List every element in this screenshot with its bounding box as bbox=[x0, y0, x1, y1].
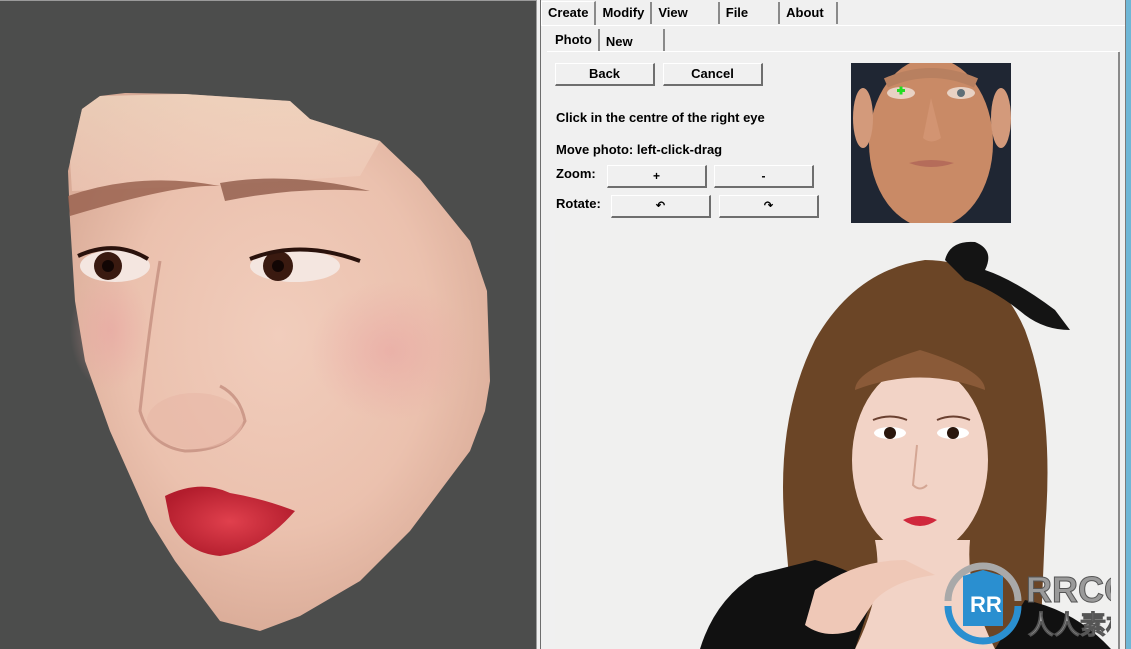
window-edge bbox=[1125, 0, 1131, 649]
panel-border bbox=[1118, 52, 1120, 649]
3d-face-model bbox=[68, 93, 490, 631]
reference-photo bbox=[851, 63, 1011, 223]
tab-about[interactable]: About bbox=[780, 2, 838, 24]
zoom-in-button[interactable]: + bbox=[607, 165, 707, 188]
tab-file[interactable]: File bbox=[719, 2, 781, 24]
zoom-out-button[interactable]: - bbox=[714, 165, 814, 188]
tab-divider bbox=[541, 25, 1125, 26]
watermark: RR RRCG 人人素材 bbox=[938, 556, 1111, 646]
cancel-button[interactable]: Cancel bbox=[663, 63, 763, 86]
watermark-brand: RRCG bbox=[1026, 569, 1111, 610]
subtab-divider bbox=[547, 51, 1119, 52]
subtab-new[interactable]: New bbox=[600, 29, 665, 51]
3d-face-viewport[interactable] bbox=[0, 0, 536, 649]
tab-modify[interactable]: Modify bbox=[596, 2, 653, 24]
rrcg-logo-icon: RR RRCG 人人素材 bbox=[944, 562, 1111, 645]
back-button[interactable]: Back bbox=[555, 63, 655, 86]
main-tabs: Create Modify View File About bbox=[541, 1, 838, 26]
control-panel: Create Modify View File About Photo New … bbox=[541, 0, 1125, 649]
svg-text:RR: RR bbox=[970, 592, 1002, 617]
move-hint: Move photo: left-click-drag bbox=[556, 142, 723, 157]
sub-tabs: Photo New bbox=[549, 29, 665, 51]
tab-view[interactable]: View bbox=[652, 2, 720, 24]
rotate-left-button[interactable]: ↶ bbox=[611, 195, 711, 218]
watermark-subtitle: 人人素材 bbox=[1028, 611, 1111, 641]
instruction-text: Click in the centre of the right eye bbox=[556, 110, 765, 125]
rotate-right-button[interactable]: ↷ bbox=[719, 195, 819, 218]
zoom-label: Zoom: bbox=[556, 166, 596, 181]
subtab-photo[interactable]: Photo bbox=[549, 29, 600, 51]
tab-create[interactable]: Create bbox=[541, 1, 597, 25]
photo-canvas[interactable]: RR RRCG 人人素材 bbox=[555, 230, 1111, 649]
rotate-label: Rotate: bbox=[556, 196, 601, 211]
